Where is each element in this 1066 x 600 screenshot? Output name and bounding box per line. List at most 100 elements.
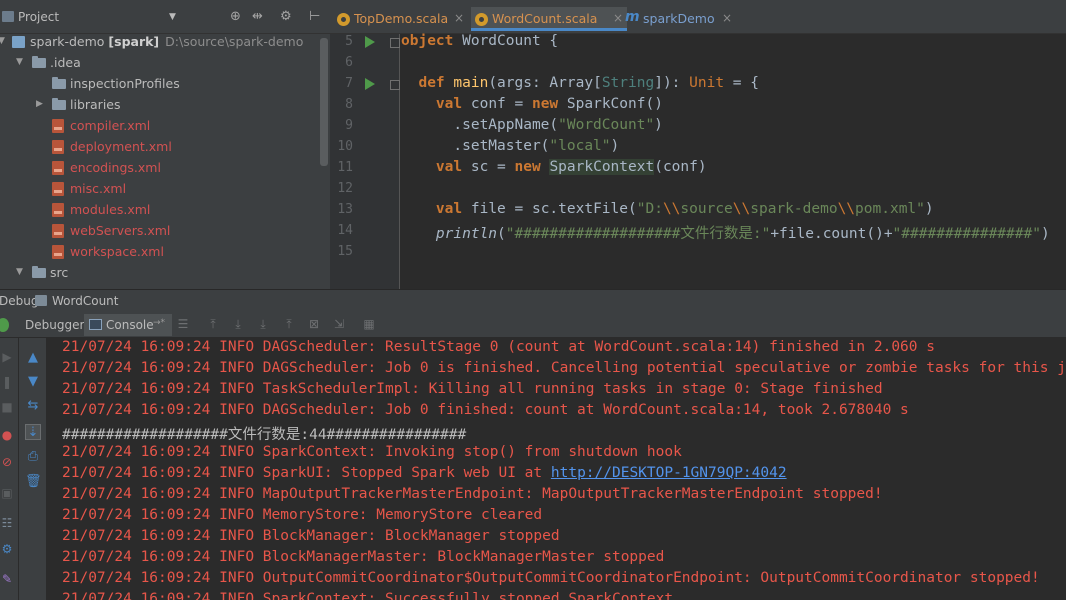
code-line: val sc = new SparkContext(conf) — [435, 159, 707, 175]
step-out-icon[interactable]: ⤒ — [281, 318, 297, 331]
scala-file-icon — [337, 13, 350, 26]
tree-item-name: inspectionProfiles — [70, 76, 180, 91]
console-line: 21/07/24 16:09:24 INFO MemoryStore: Memo… — [62, 507, 542, 528]
pin-tab-icon[interactable]: ✎ — [0, 572, 14, 586]
tree-item-name: modules.xml — [70, 202, 151, 217]
tree-item[interactable]: misc.xml — [0, 178, 320, 199]
console-toolbar: ▲ ▼ ⇆ ⇣ ⎙ 🗑 — [19, 338, 47, 600]
code-line: val conf = new SparkConf() — [435, 96, 663, 112]
chevron-down-icon[interactable]: ▼ — [169, 12, 176, 22]
run-config-icon — [35, 295, 47, 306]
line-number: 6 — [345, 55, 353, 70]
console-line: 21/07/24 16:09:24 INFO BlockManagerMaste… — [62, 549, 664, 570]
editor-tab-bar: TopDemo.scala × WordCount.scala × m sparkDemo… — [330, 0, 1066, 34]
tree-item[interactable]: ▼ src — [0, 262, 320, 283]
scroll-to-end-icon[interactable]: ⇣ — [25, 424, 41, 440]
console-text: 21/07/24 16:09:24 INFO TaskSchedulerImpl… — [62, 381, 883, 397]
tree-item[interactable]: ▶ libraries — [0, 94, 320, 115]
folder-icon — [32, 56, 46, 68]
clear-all-icon[interactable]: 🗑 — [25, 474, 42, 490]
console-text: 21/07/24 16:09:24 INFO SparkContext: Inv… — [62, 444, 682, 460]
tab-label: WordCount.scala — [492, 11, 598, 26]
expand-arrow-icon[interactable]: ▼ — [16, 57, 23, 67]
tree-item[interactable]: workspace.xml — [0, 241, 320, 262]
editor-gutter: 5 6 7 8 9 10 11 12 13 14 15 — [330, 34, 400, 289]
code-line: .setAppName("WordCount") — [401, 117, 663, 133]
console-line: 21/07/24 16:09:24 INFO BlockManager: Blo… — [62, 528, 560, 549]
tab-topdemo-scala[interactable]: TopDemo.scala × — [333, 7, 468, 31]
force-step-into-icon[interactable]: ⤓ — [255, 318, 271, 331]
fold-icon[interactable] — [390, 38, 400, 48]
print-icon[interactable]: ⎙ — [25, 449, 41, 465]
expand-arrow-icon[interactable]: ▼ — [0, 36, 5, 46]
run-icon[interactable] — [365, 78, 375, 90]
folder-icon — [52, 98, 66, 110]
console-output[interactable]: 21/07/24 16:09:24 INFO DAGScheduler: Res… — [47, 338, 1066, 600]
console-text: 21/07/24 16:09:24 INFO MapOutputTrackerM… — [62, 486, 883, 502]
gear-icon[interactable]: ⚙ — [280, 9, 292, 25]
run-to-cursor-icon[interactable]: ⇲ — [331, 318, 347, 331]
hide-panel-icon[interactable]: ⊢ — [309, 9, 320, 25]
tree-item-name: workspace.xml — [70, 244, 164, 259]
tab-debugger[interactable]: Debugger — [20, 314, 89, 336]
xml-file-icon — [52, 161, 64, 175]
soft-wrap-icon[interactable]: ⇆ — [25, 398, 41, 414]
rerun-icon[interactable] — [0, 318, 9, 332]
module-tag: [spark] — [108, 34, 160, 49]
drop-frame-icon[interactable]: ⊠ — [306, 318, 322, 331]
locate-icon[interactable]: ⊕ — [230, 9, 241, 25]
tree-item[interactable]: inspectionProfiles — [0, 73, 320, 94]
tree-item[interactable]: ▼ spark-demo [spark] D:\source\spark-demo — [0, 31, 320, 52]
project-title[interactable]: Project — [18, 10, 59, 24]
scroll-down-icon[interactable]: ▼ — [25, 374, 41, 390]
console-line: 21/07/24 16:09:24 INFO SparkContext: Suc… — [62, 591, 673, 600]
console-line: 21/07/24 16:09:24 INFO SparkUI: Stopped … — [62, 465, 787, 486]
expand-arrow-icon[interactable]: ▼ — [16, 267, 23, 277]
view-breakpoints-icon[interactable]: ● — [0, 428, 14, 442]
stop-icon[interactable]: ■ — [0, 400, 14, 414]
collapse-all-icon[interactable]: ⇹ — [252, 9, 263, 25]
tree-item[interactable]: compiler.xml — [0, 115, 320, 136]
step-into-icon[interactable]: ⤓ — [230, 318, 246, 331]
line-number: 12 — [337, 181, 353, 196]
tab-sparkdemo[interactable]: m sparkDemo × — [622, 7, 736, 31]
console-text: 21/07/24 16:09:24 INFO DAGScheduler: Job… — [62, 360, 1066, 376]
scroll-up-icon[interactable]: ▲ — [25, 350, 41, 366]
project-scrollbar[interactable] — [320, 38, 328, 166]
tab-console[interactable]: Console →* — [84, 314, 172, 336]
settings-icon[interactable]: ⚙ — [0, 542, 14, 556]
camera-icon[interactable]: ▣ — [0, 486, 14, 500]
restore-layout-icon[interactable]: ☷ — [0, 516, 14, 530]
tree-item[interactable]: encodings.xml — [0, 157, 320, 178]
tab-label: TopDemo.scala — [354, 11, 449, 26]
run-icon[interactable] — [365, 36, 375, 48]
close-icon[interactable]: × — [722, 11, 732, 25]
tree-item-name: src — [50, 265, 69, 280]
tree-item-name: encodings.xml — [70, 160, 161, 175]
folder-icon — [32, 266, 46, 278]
xml-file-icon — [52, 245, 64, 259]
console-icon — [89, 319, 102, 330]
code-line: println("###################文件行数是:"+file… — [435, 226, 1050, 242]
tree-item[interactable]: ▼ .idea — [0, 52, 320, 73]
pin-icon[interactable]: →* — [153, 318, 165, 328]
spark-ui-link[interactable]: http://DESKTOP-1GN79QP:4042 — [551, 465, 787, 481]
tree-item-label: webServers.xml — [70, 223, 170, 238]
step-over-icon[interactable]: ⤒ — [205, 318, 221, 331]
evaluate-expression-icon[interactable]: ▦ — [361, 318, 377, 331]
fold-icon[interactable] — [390, 80, 400, 90]
tree-item-label: .idea — [50, 55, 81, 70]
tree-item-label: workspace.xml — [70, 244, 164, 259]
resume-icon[interactable]: ▶ — [0, 350, 14, 364]
debug-config-name[interactable]: WordCount — [52, 294, 118, 308]
pause-icon[interactable]: ❚ — [0, 375, 14, 389]
mute-breakpoints-icon[interactable]: ⊘ — [0, 455, 14, 469]
tab-wordcount-scala[interactable]: WordCount.scala × — [471, 7, 627, 31]
tree-item-label: spark-demo [spark] D:\source\spark-demo — [30, 34, 303, 49]
tree-item[interactable]: modules.xml — [0, 199, 320, 220]
show-execution-point-icon[interactable]: ☰ — [175, 318, 191, 331]
tree-item[interactable]: deployment.xml — [0, 136, 320, 157]
collapse-arrow-icon[interactable]: ▶ — [36, 99, 43, 109]
close-icon[interactable]: × — [454, 11, 464, 25]
tree-item[interactable]: webServers.xml — [0, 220, 320, 241]
